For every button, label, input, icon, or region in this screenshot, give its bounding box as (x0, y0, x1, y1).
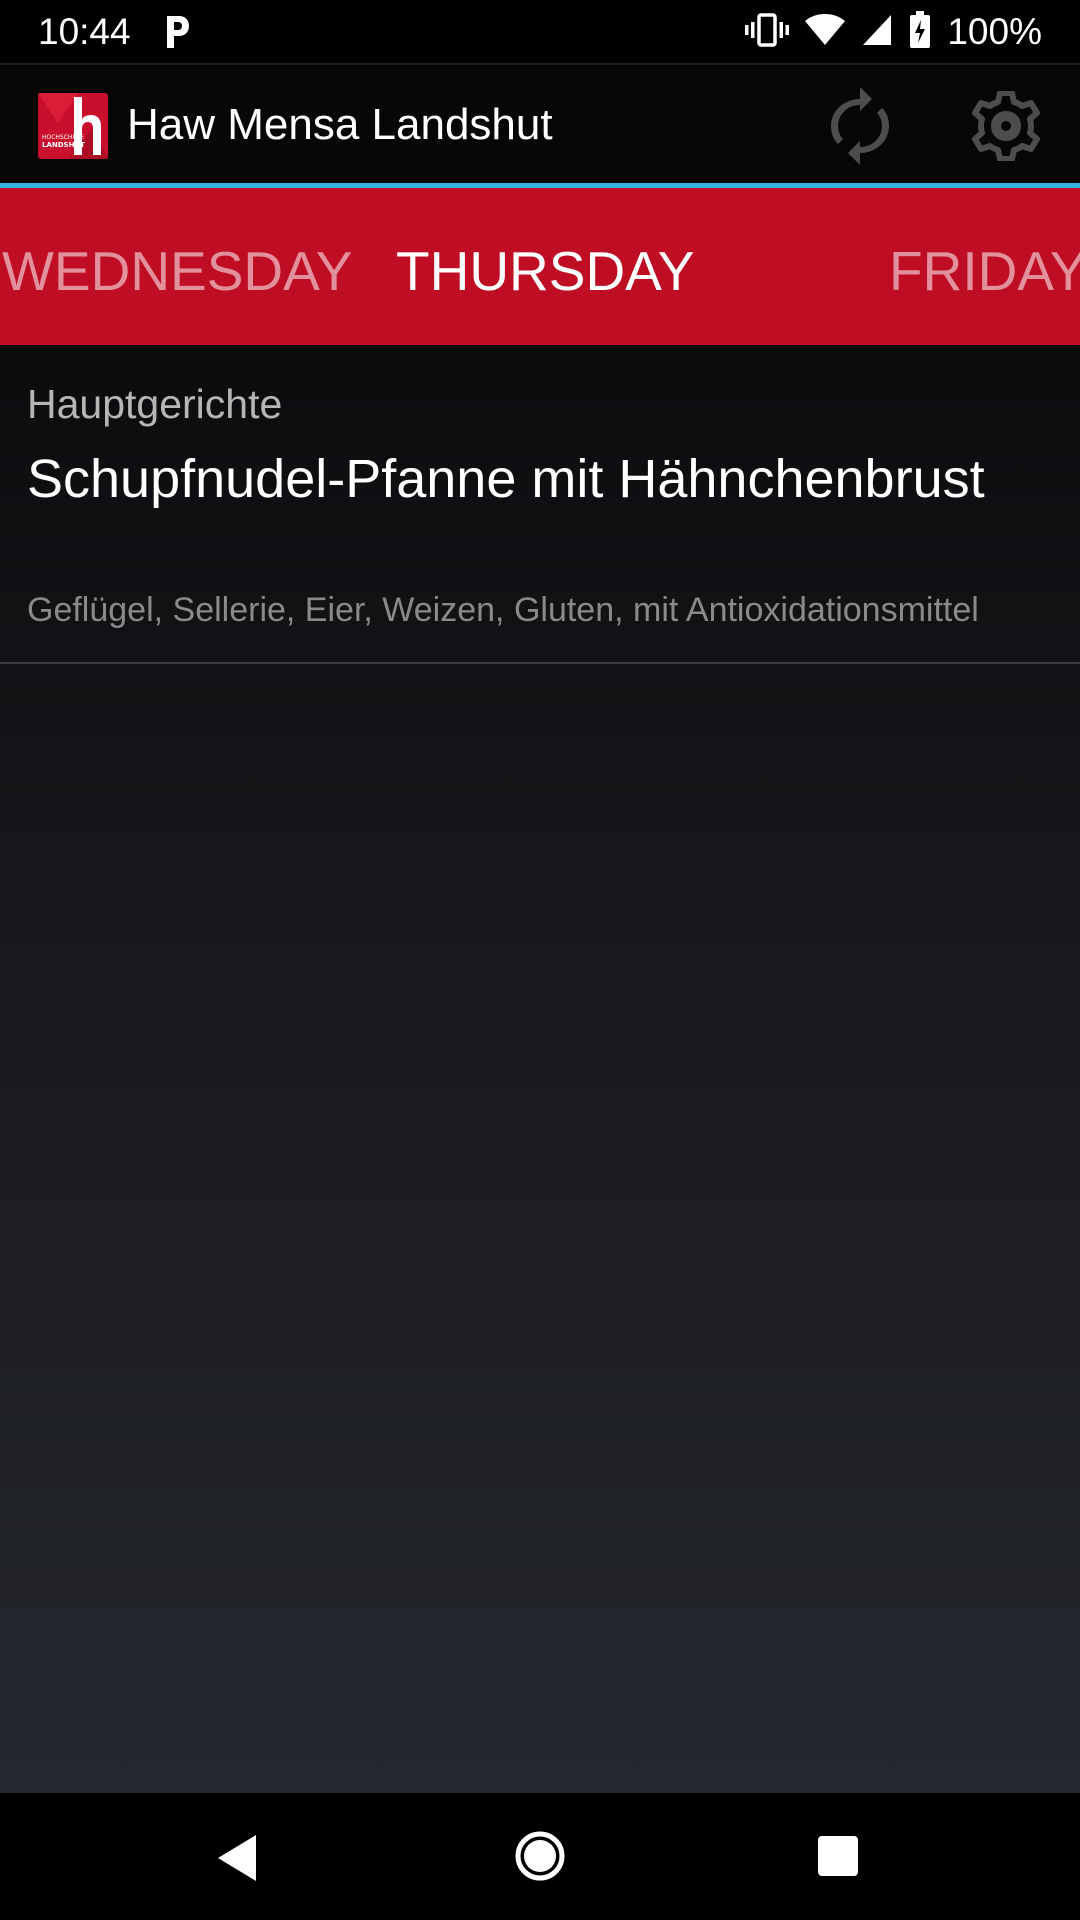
tab-thursday[interactable]: THURSDAY (396, 238, 694, 304)
refresh-button[interactable] (820, 83, 900, 169)
home-icon[interactable] (514, 1830, 566, 1882)
list-item[interactable]: Hauptgerichte Schupfnudel-Pfanne mit Häh… (0, 345, 1080, 662)
mensa-app-screen: 10:44 100% HOCHSCHULE LANDSHUT Haw Mensa… (0, 0, 1080, 1920)
settings-icon (972, 91, 1040, 161)
app-title: Haw Mensa Landshut (127, 100, 553, 149)
logo-text-line2: LANDSHUT (42, 141, 85, 149)
vibrate-icon (745, 12, 790, 53)
refresh-icon (831, 87, 889, 165)
app-bar: HOCHSCHULE LANDSHUT Haw Mensa Landshut (0, 65, 1080, 183)
battery-charging-icon (909, 10, 931, 54)
app-logo-icon: HOCHSCHULE LANDSHUT (38, 93, 108, 159)
list-divider (0, 662, 1080, 664)
back-icon[interactable] (216, 1833, 260, 1883)
tab-friday[interactable]: FRIDAY (889, 238, 1080, 304)
meal-list: Hauptgerichte Schupfnudel-Pfanne mit Häh… (0, 345, 1080, 1793)
meal-allergens: Geflügel, Sellerie, Eier, Weizen, Gluten… (27, 591, 979, 629)
status-icons: 100% (745, 8, 1042, 56)
recents-icon[interactable] (817, 1835, 859, 1877)
tab-wednesday[interactable]: WEDNESDAY (2, 238, 352, 304)
battery-percent: 100% (947, 11, 1042, 52)
wifi-icon (805, 13, 846, 52)
logo-text-line1: HOCHSCHULE (42, 134, 84, 141)
cell-signal-icon (861, 13, 893, 52)
status-time: 10:44 (38, 11, 131, 52)
meal-category: Hauptgerichte (27, 381, 283, 427)
meal-name: Schupfnudel-Pfanne mit Hähnchenbrust (27, 449, 985, 509)
parking-notification-icon (162, 12, 192, 52)
status-bar: 10:44 100% (0, 0, 1080, 63)
day-tab-strip: WEDNESDAY THURSDAY FRIDAY (0, 188, 1080, 345)
settings-button[interactable] (966, 83, 1046, 169)
navigation-bar (0, 1793, 1080, 1920)
